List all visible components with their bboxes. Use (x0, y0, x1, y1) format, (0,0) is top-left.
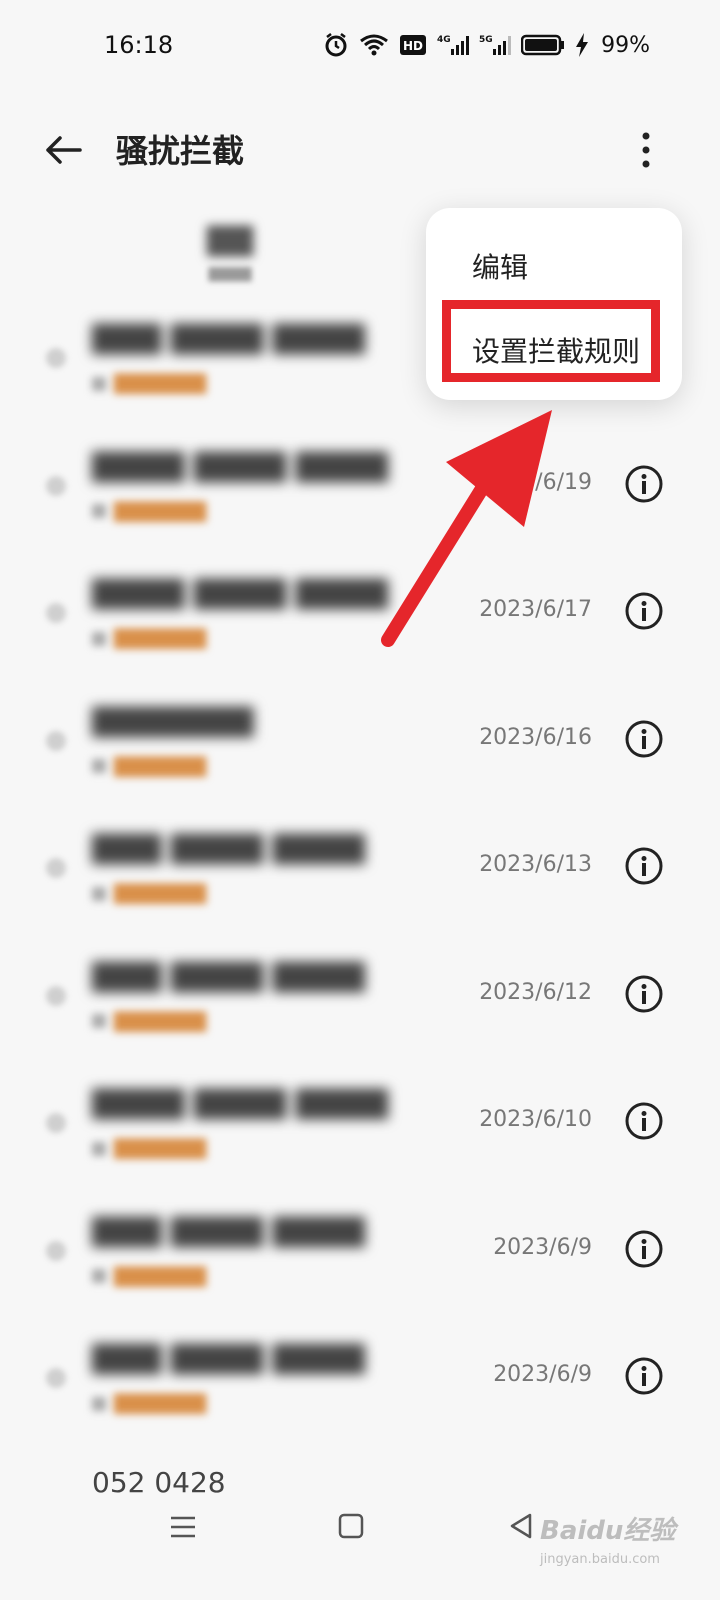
call-date: 2023/6/13 (479, 852, 592, 877)
call-date: 2023/6/19 (479, 469, 592, 495)
call-type-icon (46, 858, 66, 878)
info-icon (625, 1102, 663, 1140)
info-icon (625, 720, 663, 757)
arrow-left-icon (46, 136, 82, 164)
charging-icon (575, 33, 589, 57)
info-icon (625, 1230, 663, 1267)
call-type-icon (46, 730, 66, 751)
back-button[interactable] (42, 128, 86, 172)
info-icon (625, 847, 663, 885)
battery-percent: 99% (601, 32, 650, 58)
call-type-icon (46, 348, 66, 368)
info-icon (625, 465, 663, 502)
tab-calls-sub: ▇▇▇▇ (208, 266, 252, 282)
call-date: 2023/6/9 (493, 1234, 592, 1260)
menu-icon (171, 1516, 195, 1538)
phone-number-redacted: ▇▇▇ ▇▇▇▇ ▇▇▇▇ (92, 957, 365, 993)
phone-number-redacted: ▇▇▇ ▇▇▇▇ ▇▇▇▇ (92, 1212, 365, 1248)
list-item[interactable]: ▇▇▇▇▇▇▇ ▇▇▇▇▇▇ 2023/6/16 (0, 673, 720, 801)
info-button[interactable] (624, 464, 664, 504)
list-item[interactable]: ▇▇▇▇ ▇▇▇▇ ▇▇▇▇ ▇▇▇▇▇▇ 2023/6/19 (0, 418, 720, 546)
svg-text:5G: 5G (479, 35, 493, 45)
info-button[interactable] (624, 846, 664, 886)
watermark-logo: Baidu经验 (540, 1516, 676, 1546)
blocked-call-list: ▇▇▇ ▇▇▇▇ ▇▇▇▇ ▇▇▇▇▇▇ ▇▇▇▇ ▇▇▇▇ ▇▇▇▇ ▇▇▇▇… (0, 290, 720, 1438)
list-item[interactable]: ▇▇▇ ▇▇▇▇ ▇▇▇▇ ▇▇▇▇▇▇ 2023/6/9 (0, 1183, 720, 1311)
status-bar: 16:18 HD 4G 5G 99% (0, 0, 720, 90)
list-item[interactable]: ▇▇▇ ▇▇▇▇ ▇▇▇▇ ▇▇▇▇▇▇ 2023/6/9 (0, 1310, 720, 1438)
recent-apps-button[interactable] (168, 1512, 198, 1542)
triangle-back-icon (510, 1513, 532, 1539)
more-options-button[interactable] (638, 126, 674, 174)
call-type-icon (46, 475, 66, 496)
info-icon (625, 592, 663, 630)
svg-text:HD: HD (403, 39, 423, 53)
app-bar: 骚扰拦截 (0, 110, 720, 190)
phone-number-redacted: ▇▇▇▇▇▇▇ (92, 702, 254, 738)
tag-redacted: ▇▇▇▇▇▇ (92, 370, 206, 394)
tag-redacted: ▇▇▇▇▇▇ (92, 1008, 206, 1032)
list-item[interactable]: ▇▇▇▇ ▇▇▇▇ ▇▇▇▇ ▇▇▇▇▇▇ 2023/6/10 (0, 1055, 720, 1183)
call-date: 2023/6/10 (479, 1107, 592, 1132)
call-type-icon (46, 1113, 66, 1133)
call-type-icon (46, 1368, 66, 1388)
5g-signal-icon: 5G (479, 33, 512, 57)
info-button[interactable] (624, 719, 664, 759)
tag-redacted: ▇▇▇▇▇▇ (92, 1135, 206, 1159)
more-vertical-icon (642, 132, 650, 168)
hd-icon: HD (399, 34, 427, 56)
call-type-icon (46, 603, 66, 623)
call-type-icon (46, 1240, 66, 1261)
info-button[interactable] (624, 591, 664, 631)
wifi-icon (359, 33, 389, 57)
watermark: Baidu经验 jingyan.baidu.com (540, 1500, 710, 1580)
status-icons: HD 4G 5G 99% (323, 32, 650, 58)
home-button[interactable] (338, 1512, 364, 1540)
phone-number-redacted: ▇▇▇ ▇▇▇▇ ▇▇▇▇ (92, 830, 365, 865)
tag-redacted: ▇▇▇▇▇▇ (92, 880, 206, 904)
call-date: 2023/6/9 (493, 1362, 592, 1387)
4g-signal-icon: 4G (437, 33, 470, 57)
phone-number-redacted: ▇▇▇▇ ▇▇▇▇ ▇▇▇▇ (92, 1085, 388, 1120)
phone-number-redacted: ▇▇▇ ▇▇▇▇ ▇▇▇▇ (92, 1340, 365, 1375)
info-icon (625, 975, 663, 1012)
call-date: 2023/6/16 (479, 724, 592, 750)
list-item[interactable]: ▇▇▇ ▇▇▇▇ ▇▇▇▇ ▇▇▇▇▇▇ 2023/6/13 (0, 800, 720, 928)
call-date: 2023/6/17 (479, 597, 592, 622)
alarm-icon (323, 32, 349, 58)
square-icon (338, 1513, 364, 1539)
list-item[interactable]: ▇▇▇▇ ▇▇▇▇ ▇▇▇▇ ▇▇▇▇▇▇ 2023/6/17 (0, 545, 720, 673)
nav-back-button[interactable] (508, 1512, 534, 1540)
status-time: 16:18 (104, 31, 174, 59)
call-type-icon (46, 985, 66, 1006)
tab-calls[interactable]: ▇▇ (190, 222, 270, 257)
page-title: 骚扰拦截 (116, 132, 245, 170)
highlight-box (442, 300, 660, 382)
tag-redacted: ▇▇▇▇▇▇ (92, 625, 206, 649)
tag-redacted: ▇▇▇▇▇▇ (92, 1390, 206, 1414)
tag-redacted: ▇▇▇▇▇▇ (92, 753, 206, 777)
list-item[interactable]: ▇▇▇ ▇▇▇▇ ▇▇▇▇ ▇▇▇▇▇▇ 2023/6/12 (0, 928, 720, 1056)
watermark-url: jingyan.baidu.com (540, 1552, 660, 1567)
svg-text:4G: 4G (437, 35, 451, 45)
info-button[interactable] (624, 974, 664, 1014)
info-button[interactable] (624, 1229, 664, 1269)
tag-redacted: ▇▇▇▇▇▇ (92, 498, 206, 522)
tag-redacted: ▇▇▇▇▇▇ (92, 1263, 206, 1287)
menu-item-edit[interactable]: 编辑 (472, 246, 528, 286)
phone-number-redacted: ▇▇▇ ▇▇▇▇ ▇▇▇▇ (92, 320, 365, 355)
phone-number-redacted: ▇▇▇▇ ▇▇▇▇ ▇▇▇▇ (92, 575, 388, 610)
info-button[interactable] (624, 1356, 664, 1396)
battery-icon (521, 34, 565, 56)
call-date: 2023/6/12 (479, 979, 592, 1005)
info-icon (625, 1357, 663, 1395)
info-button[interactable] (624, 1101, 664, 1141)
phone-number-redacted: ▇▇▇▇ ▇▇▇▇ ▇▇▇▇ (92, 447, 388, 483)
